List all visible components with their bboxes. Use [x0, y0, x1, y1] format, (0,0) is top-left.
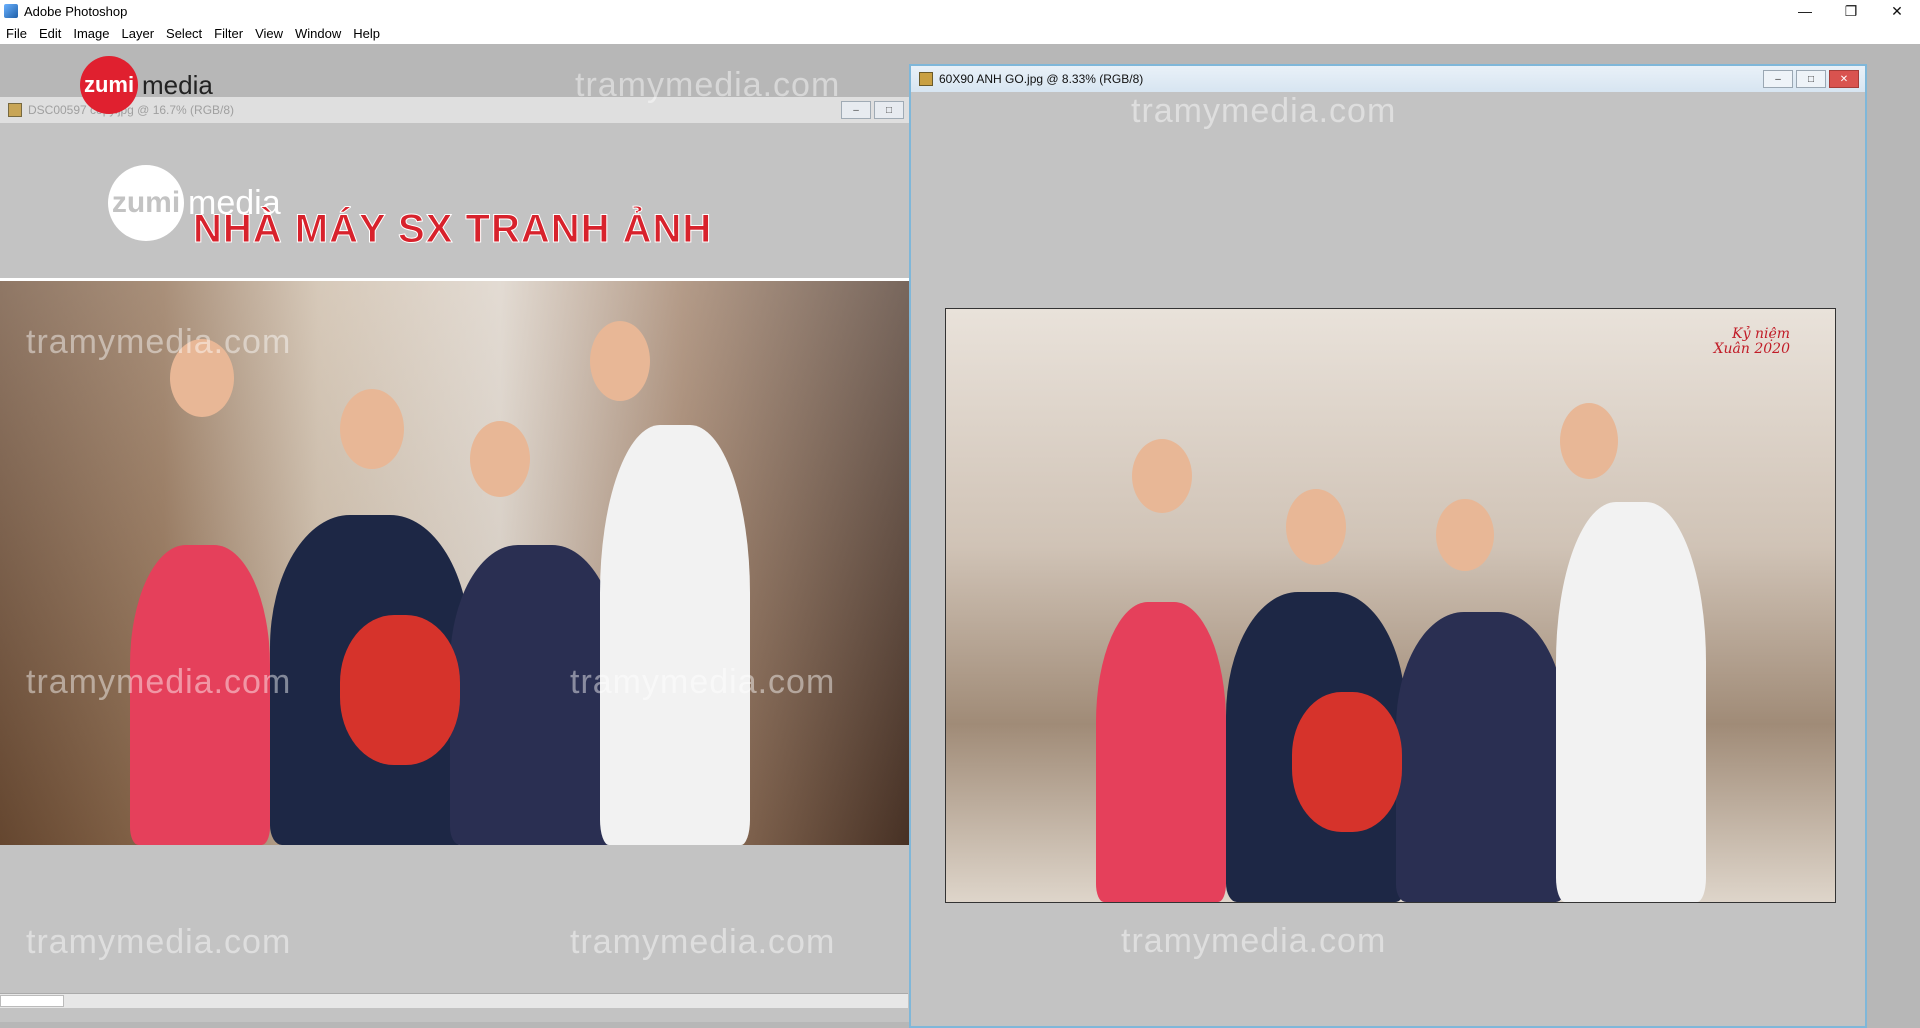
person: [450, 545, 620, 845]
person: [170, 339, 234, 417]
menu-view[interactable]: View: [249, 26, 289, 41]
workspace-edge: [1867, 44, 1920, 1024]
menu-window[interactable]: Window: [289, 26, 347, 41]
brand-logo-top: zumi media: [80, 56, 213, 114]
stamp-text: Kỷ niệm Xuân 2020: [1714, 327, 1790, 357]
app-titlebar: Adobe Photoshop — ❐ ✕: [0, 0, 1920, 22]
doc-minimize-button[interactable]: –: [1763, 70, 1793, 88]
document-canvas[interactable]: zumi media NHÀ MÁY SX TRANH ẢNH tramymed…: [0, 123, 910, 1022]
menu-file[interactable]: File: [0, 26, 33, 41]
person: [1396, 612, 1566, 902]
person: [1286, 489, 1346, 565]
person: [1436, 499, 1494, 571]
people-group: [0, 281, 910, 845]
people-group: [946, 309, 1835, 902]
person: [1556, 502, 1706, 902]
headline-text: NHÀ MÁY SX TRANH ẢNH: [192, 207, 713, 252]
watermark: tramymedia.com: [1121, 922, 1387, 960]
menu-filter[interactable]: Filter: [208, 26, 249, 41]
restore-button[interactable]: ❐: [1828, 0, 1874, 22]
person: [470, 421, 530, 497]
document-controls: – □ ✕: [1763, 70, 1859, 88]
person: [130, 545, 270, 845]
minimize-button[interactable]: —: [1782, 0, 1828, 22]
doc-maximize-button[interactable]: □: [874, 101, 904, 119]
person: [1560, 403, 1618, 479]
person: [340, 615, 460, 765]
document-titlebar[interactable]: 60X90 ANH GO.jpg @ 8.33% (RGB/8) – □ ✕: [911, 66, 1865, 92]
scrollbar-thumb[interactable]: [0, 995, 64, 1007]
photoshop-icon: [4, 4, 18, 18]
person: [1292, 692, 1402, 832]
person: [590, 321, 650, 401]
document-window-right[interactable]: 60X90 ANH GO.jpg @ 8.33% (RGB/8) – □ ✕ K…: [909, 64, 1867, 1028]
document-icon: [8, 103, 22, 117]
menu-image[interactable]: Image: [67, 26, 115, 41]
person: [600, 425, 750, 845]
stamp-line: Xuân 2020: [1713, 341, 1790, 357]
menu-select[interactable]: Select: [160, 26, 208, 41]
menu-edit[interactable]: Edit: [33, 26, 67, 41]
doc-close-button[interactable]: ✕: [1829, 70, 1859, 88]
close-button[interactable]: ✕: [1874, 0, 1920, 22]
document-window-left[interactable]: DSC00597 copy.jpg @ 16.7% (RGB/8) – □ zu…: [0, 97, 910, 1022]
family-photo-composite: Kỷ niệm Xuân 2020: [945, 308, 1836, 903]
menu-layer[interactable]: Layer: [116, 26, 161, 41]
app-title: Adobe Photoshop: [24, 3, 128, 19]
watermark: tramymedia.com: [570, 923, 836, 961]
logo-mark: zumi: [80, 56, 138, 114]
logo-mark: zumi: [108, 165, 184, 241]
menu-bar: File Edit Image Layer Select Filter View…: [0, 22, 1920, 45]
family-photo-original: [0, 278, 910, 845]
document-icon: [919, 72, 933, 86]
menu-help[interactable]: Help: [347, 26, 386, 41]
stamp-line: Kỷ niệm: [1732, 326, 1790, 342]
document-title: 60X90 ANH GO.jpg @ 8.33% (RGB/8): [939, 72, 1144, 86]
logo-word: media: [142, 69, 213, 100]
doc-minimize-button[interactable]: –: [841, 101, 871, 119]
workspace: DSC00597 copy.jpg @ 16.7% (RGB/8) – □ zu…: [0, 44, 1920, 1028]
document-controls: – □: [841, 101, 904, 119]
doc-maximize-button[interactable]: □: [1796, 70, 1826, 88]
person: [1132, 439, 1192, 513]
window-controls: — ❐ ✕: [1782, 0, 1920, 22]
horizontal-scrollbar[interactable]: [0, 993, 908, 1008]
person: [1096, 602, 1226, 902]
watermark: tramymedia.com: [26, 923, 292, 961]
document-canvas[interactable]: Kỷ niệm Xuân 2020 tramymedia.com tramyme…: [911, 92, 1865, 1026]
watermark: tramymedia.com: [1131, 92, 1397, 130]
person: [340, 389, 404, 469]
